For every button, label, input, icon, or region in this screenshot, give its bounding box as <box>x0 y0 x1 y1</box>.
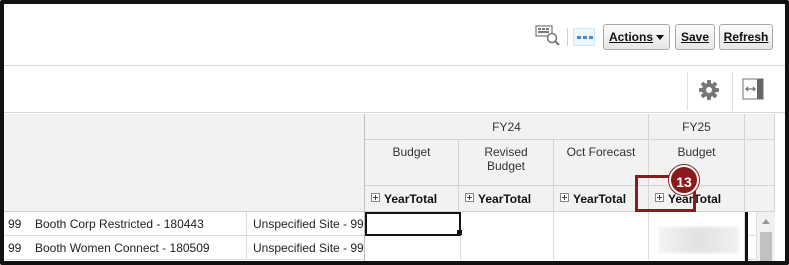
scroll-thumb[interactable] <box>760 232 772 261</box>
scenario-header: Budget <box>365 140 459 186</box>
header-filler <box>745 114 775 140</box>
callout-badge: 13 <box>669 165 699 195</box>
vertical-scrollbar[interactable] <box>756 212 775 261</box>
data-cell[interactable] <box>461 236 554 260</box>
options-divider <box>687 72 688 110</box>
more-options-icon[interactable] <box>573 28 595 46</box>
actions-button[interactable]: Actions <box>603 24 670 50</box>
save-button[interactable]: Save <box>675 24 715 50</box>
caret-down-icon <box>656 34 664 40</box>
site-cell[interactable]: Unspecified Site - 999 <box>246 212 364 236</box>
year-total-label: YearTotal <box>478 192 532 206</box>
top-toolbar: Actions Save Refresh <box>4 4 785 66</box>
site-cell[interactable]: Unspecified Site - 999 <box>246 236 364 260</box>
header-filler <box>745 140 775 186</box>
fy25-header: FY25 <box>649 114 745 140</box>
data-cell[interactable] <box>554 236 649 260</box>
expand-icon[interactable] <box>371 193 380 203</box>
row-prefix: 99 <box>8 217 22 231</box>
actions-label: Actions <box>608 30 653 44</box>
expand-icon[interactable] <box>560 193 569 203</box>
header-filler <box>745 186 775 212</box>
year-total-label: YearTotal <box>384 192 438 206</box>
refresh-button[interactable]: Refresh <box>719 24 773 50</box>
grid-divider <box>364 114 365 261</box>
year-total-label: YearTotal <box>573 192 627 206</box>
toolbar-divider <box>567 28 568 46</box>
year-total-header[interactable]: YearTotal <box>365 186 459 212</box>
year-total-header[interactable]: YearTotal <box>459 186 554 212</box>
data-cell-selected[interactable] <box>365 212 461 236</box>
gear-icon[interactable] <box>698 79 720 101</box>
data-cell[interactable] <box>461 212 554 236</box>
scroll-up-icon[interactable] <box>762 219 770 224</box>
scenario-header: Revised Budget <box>459 140 554 186</box>
options-divider <box>732 72 733 110</box>
row-prefix: 99 <box>8 241 22 255</box>
column-border <box>745 212 748 261</box>
fy24-header: FY24 <box>365 114 649 140</box>
entity-cell[interactable]: Booth Corp Restricted - 180443 <box>35 212 245 236</box>
data-cell[interactable] <box>365 236 461 260</box>
panel-toggle-icon[interactable] <box>742 78 764 100</box>
grid-options-bar <box>4 66 785 113</box>
data-cell[interactable] <box>554 212 649 236</box>
expand-icon[interactable] <box>465 193 474 203</box>
selection-handle[interactable] <box>457 230 462 235</box>
redacted-value <box>659 227 739 253</box>
app-frame: Actions Save Refresh FY24 FY25 Budget Re… <box>0 0 789 265</box>
entity-cell[interactable]: Booth Women Connect - 180509 <box>35 236 245 260</box>
search-settings-icon[interactable] <box>534 24 562 46</box>
